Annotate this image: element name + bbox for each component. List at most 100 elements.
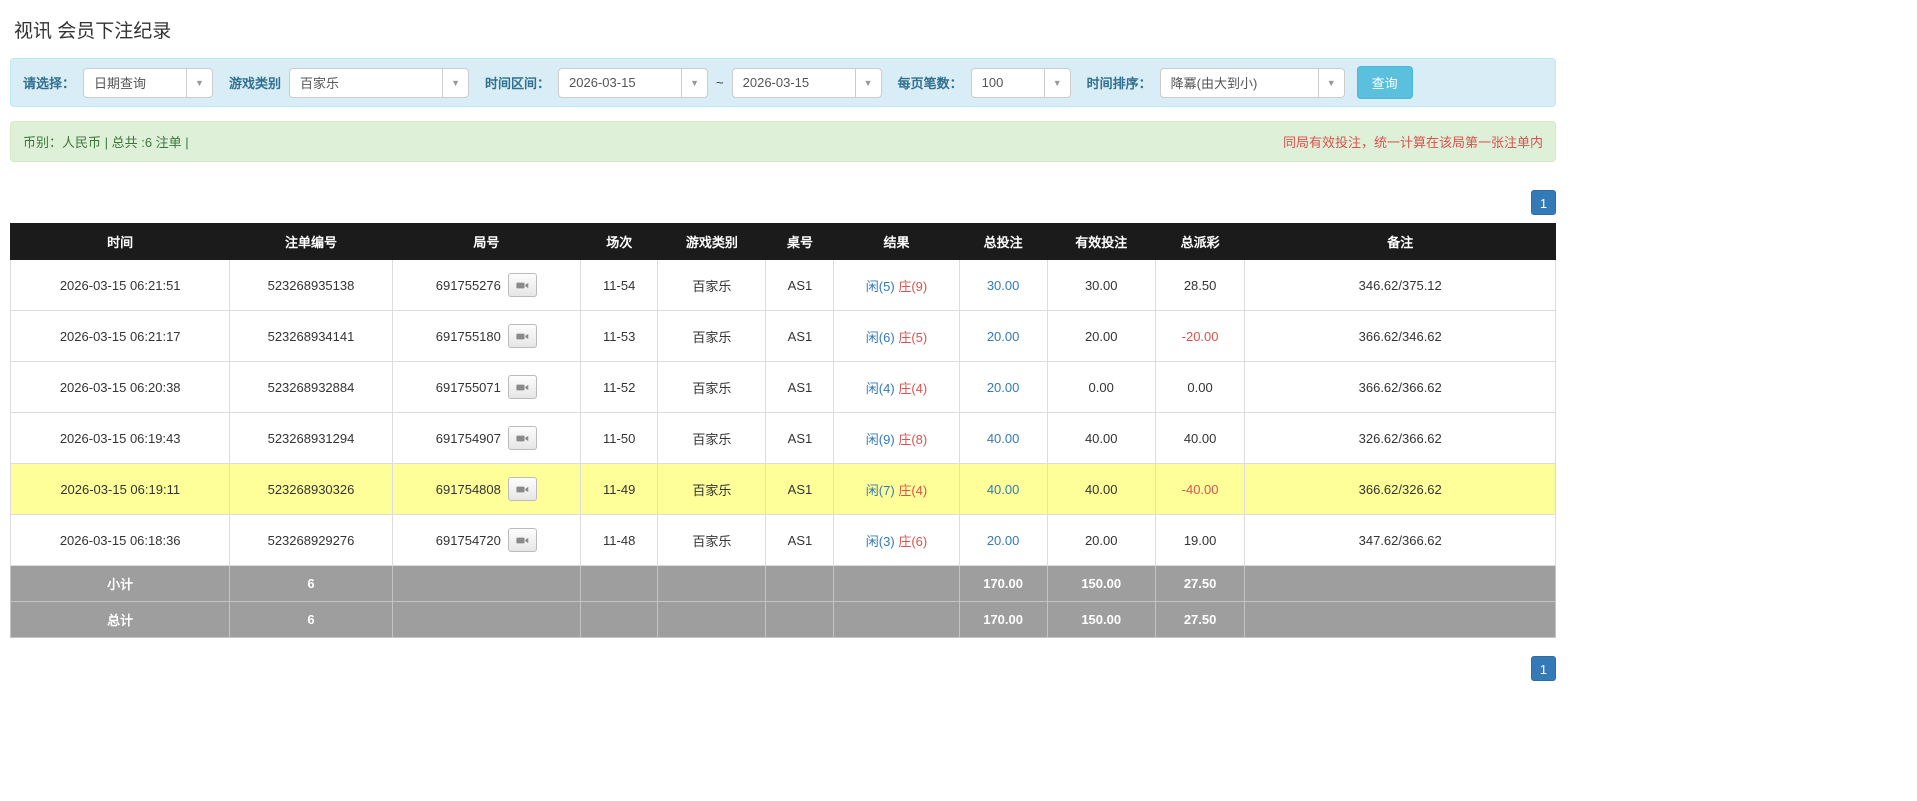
filter-bar: 请选择： 日期查询 ▼ 游戏类别 百家乐 ▼ 时间区间： 2026-03-15 … [10,58,1556,107]
total-bet-link[interactable]: 20.00 [987,533,1020,548]
cell-payout: 28.50 [1154,259,1246,311]
footer-cell [765,565,835,602]
records-tbody: 2026-03-15 06:21:51 523268935138 691755276… [9,259,1556,638]
round-number: 691755180 [435,328,501,344]
footer-cell [833,601,960,638]
video-camera-icon[interactable] [507,477,537,501]
cell-result: 闲(7) 庄(4) [833,463,960,515]
footer-cell: 170.00 [958,565,1048,602]
result-player: 闲(5) [865,278,895,294]
cell-time: 2026-03-15 06:19:11 [9,463,231,515]
search-button[interactable]: 查询 [1356,66,1413,99]
cell-session: 11-50 [580,412,659,464]
total-bet-link[interactable]: 40.00 [987,482,1020,497]
date-range-label: 时间区间： [485,76,551,91]
date-from-value: 2026-03-15 [569,75,636,90]
video-camera-icon[interactable] [507,273,537,297]
chevron-down-icon[interactable]: ▼ [681,68,707,97]
chevron-down-icon[interactable]: ▼ [1043,68,1070,97]
cell-session: 11-53 [580,310,659,362]
total-bet-link[interactable]: 20.00 [987,329,1020,344]
footer-cell: 27.50 [1154,565,1246,602]
round-number: 691754808 [435,481,501,497]
records-header-row: 时间 注单编号 局号 场次 游戏类别 桌号 结果 总投注 有效投注 总派彩 备注 [9,223,1556,260]
cell-round: 691755071 [391,361,582,413]
cell-time: 2026-03-15 06:21:17 [9,310,231,362]
currency-summary-text: 币别：人民币 | 总共 :6 注单 | [23,135,189,150]
result-banker: 庄(8) [898,431,928,447]
video-camera-icon[interactable] [507,426,537,450]
page-size-select[interactable]: 100 ▼ [970,67,1071,98]
column-header: 有效投注 [1046,223,1156,260]
cell-table-no: AS1 [765,310,835,362]
footer-cell [1244,565,1556,602]
footer-cell: 27.50 [1154,601,1246,638]
column-header: 注单编号 [229,223,393,260]
cell-round: 691754720 [391,514,582,566]
table-row: 2026-03-15 06:19:11 523268930326 691754808… [9,463,1556,515]
page-title: 视讯 会员下注纪录 [14,21,172,42]
time-sort-select[interactable]: 降冪(由大到小) ▼ [1159,67,1345,98]
footer-cell [833,565,960,602]
cell-valid-bet: 20.00 [1046,514,1156,566]
game-type-select[interactable]: 百家乐 ▼ [289,67,470,98]
game-type-value: 百家乐 [300,76,340,91]
footer-cell [657,601,767,638]
column-header: 场次 [580,223,659,260]
date-to-select[interactable]: 2026-03-15 ▼ [731,67,882,98]
cell-payout: -20.00 [1154,310,1246,362]
cell-total-bet: 30.00 [958,259,1048,311]
column-header: 桌号 [765,223,835,260]
total-bet-link[interactable]: 20.00 [987,380,1020,395]
page-button-1[interactable]: 1 [1531,656,1556,681]
video-camera-icon[interactable] [507,375,537,399]
table-row: 2026-03-15 06:20:38 523268932884 691755071… [9,361,1556,413]
page-button-1[interactable]: 1 [1531,190,1556,215]
cell-total-bet: 40.00 [958,463,1048,515]
column-header: 游戏类别 [657,223,767,260]
date-from-select[interactable]: 2026-03-15 ▼ [558,67,709,98]
cell-table-no: AS1 [765,259,835,311]
cell-valid-bet: 30.00 [1046,259,1156,311]
cell-note: 347.62/366.62 [1244,514,1556,566]
cell-round: 691755180 [391,310,582,362]
column-header: 局号 [391,223,582,260]
records-table: 时间 注单编号 局号 场次 游戏类别 桌号 结果 总投注 有效投注 总派彩 备注 2026-03-1… [9,223,1556,638]
total-bet-link[interactable]: 40.00 [987,431,1020,446]
table-row: 2026-03-15 06:18:36 523268929276 691754720… [9,514,1556,566]
table-row: 2026-03-15 06:19:43 523268931294 691754907… [9,412,1556,464]
footer-cell: 150.00 [1046,601,1156,638]
column-header: 总派彩 [1154,223,1246,260]
cell-table-no: AS1 [765,514,835,566]
video-camera-icon[interactable] [507,528,537,552]
chevron-down-icon[interactable]: ▼ [854,68,881,97]
query-type-select[interactable]: 日期查询 ▼ [83,67,214,98]
result-player: 闲(6) [865,329,895,345]
cell-payout: -40.00 [1154,463,1246,515]
cell-total-bet: 40.00 [958,412,1048,464]
chevron-down-icon[interactable]: ▼ [1317,68,1344,97]
cell-valid-bet: 40.00 [1046,463,1156,515]
table-row: 2026-03-15 06:21:51 523268935138 691755276… [9,259,1556,311]
cell-time: 2026-03-15 06:18:36 [9,514,231,566]
page: 视讯 会员下注纪录 请选择： 日期查询 ▼ 游戏类别 百家乐 ▼ 时间区间： 2… [0,0,1917,801]
cell-game-type: 百家乐 [657,412,767,464]
cell-game-type: 百家乐 [657,259,767,311]
cell-game-type: 百家乐 [657,361,767,413]
video-camera-icon[interactable] [507,324,537,348]
cell-bet-id: 523268931294 [229,412,393,464]
cell-total-bet: 20.00 [958,361,1048,413]
cell-session: 11-54 [580,259,659,311]
cell-total-bet: 20.00 [958,514,1048,566]
result-banker: 庄(9) [898,278,928,294]
cell-time: 2026-03-15 06:21:51 [9,259,231,311]
chevron-down-icon[interactable]: ▼ [186,68,212,97]
cell-note: 326.62/366.62 [1244,412,1556,464]
footer-cell [391,565,582,602]
pagination-bottom: 1 [10,656,1556,681]
cell-payout: 0.00 [1154,361,1246,413]
result-banker: 庄(5) [898,329,928,345]
cell-bet-id: 523268935138 [229,259,393,311]
total-bet-link[interactable]: 30.00 [987,278,1020,293]
chevron-down-icon[interactable]: ▼ [442,68,468,97]
